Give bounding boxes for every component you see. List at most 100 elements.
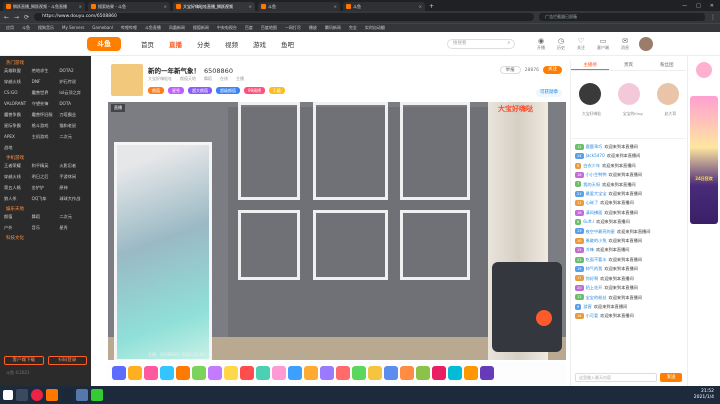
chat-username[interactable]: 宝宝的粉丝 [586, 293, 607, 302]
sidebar-category[interactable]: APEX [4, 134, 32, 140]
follow-button[interactable]: 关注 [543, 66, 562, 74]
bookmark-item[interactable]: 一网打尽 [285, 24, 301, 32]
nav-item[interactable]: 分类 [197, 39, 210, 49]
rank-avatar-1[interactable] [579, 83, 602, 105]
header-icon-item[interactable]: ◷ 历史 [557, 37, 565, 51]
header-icon-item[interactable]: ◉ 开播 [537, 37, 545, 51]
sidebar-category[interactable]: 第五人格 [4, 185, 32, 191]
gift-icon[interactable] [464, 366, 478, 380]
chat-username[interactable]: 帅气的我 [586, 264, 603, 273]
tab-close-icon[interactable]: × [249, 2, 252, 11]
gift-icon[interactable] [336, 366, 350, 380]
gift-icon[interactable] [256, 366, 270, 380]
sidebar-category[interactable]: DOTA [59, 101, 87, 107]
sidebar-category[interactable]: 颜值 [4, 214, 32, 220]
gift-icon[interactable] [192, 366, 206, 380]
gift-icon[interactable] [480, 366, 494, 380]
chat-username[interactable]: 最爱大宝宝 [586, 189, 607, 198]
gift-icon[interactable] [160, 366, 174, 380]
chat-input[interactable]: 这里输入聊天内容 [575, 373, 657, 382]
sidebar-category[interactable]: DNF [32, 79, 60, 85]
sidebar-section-title[interactable]: 娱乐天地 [0, 202, 91, 214]
bookmark-item[interactable]: 斗鱼直播 [145, 24, 161, 32]
chat-tab[interactable]: 贵宾 [609, 61, 647, 70]
sidebar-category[interactable]: 守望先锋 [32, 101, 60, 107]
steam-icon[interactable] [61, 389, 73, 401]
chat-tab[interactable]: 粉丝团 [648, 61, 686, 70]
gift-icon[interactable] [176, 366, 190, 380]
bookmark-item[interactable]: 斗鱼 [22, 24, 30, 32]
nav-item[interactable]: 游戏 [253, 39, 266, 49]
chat-username[interactable]: 心碎了 [586, 198, 599, 207]
sidebar-category[interactable]: 明日之后 [32, 174, 60, 180]
maximize-icon[interactable]: □ [696, 2, 701, 11]
app-icon[interactable] [76, 389, 88, 401]
gift-icon[interactable] [208, 366, 222, 380]
sidebar-category[interactable]: 手游休闲 [59, 174, 87, 180]
chat-username[interactable]: 清风拂面 [586, 208, 603, 217]
qr-login-button[interactable]: 扫码登录 [47, 356, 87, 365]
tab-close-icon[interactable]: × [79, 2, 82, 11]
medal-chip[interactable]: 可获勋章 [536, 89, 562, 97]
chat-username[interactable]: 6uft.l [583, 217, 594, 226]
room-tag[interactable]: 超级颜值 [216, 87, 240, 94]
sidebar-category[interactable]: 二次元 [59, 134, 87, 140]
forward-icon[interactable]: → [14, 14, 19, 21]
chat-username[interactable]: 小小生鸭鸭 [586, 170, 607, 179]
sidebar-category[interactable]: 球球大作战 [59, 196, 87, 202]
chat-username[interactable]: 夜空中最亮的星 [586, 227, 615, 236]
chat-username[interactable]: 吃面不要水 [586, 255, 607, 264]
chat-username[interactable]: 小可爱 [586, 311, 599, 320]
sidebar-category[interactable]: lol云顶之弈 [59, 90, 87, 96]
bookmark-item[interactable]: Gamebanl [92, 24, 113, 32]
room-tag[interactable]: 1 级 [269, 87, 285, 94]
bookmark-item[interactable]: 实时自动翻 [365, 24, 385, 32]
sidebar-category[interactable]: 穿越火线 [4, 174, 32, 180]
sidebar-category[interactable]: 魔兽怀旧服 [32, 112, 60, 118]
sidebar-category[interactable]: 户外 [4, 225, 32, 231]
gift-icon[interactable] [144, 366, 158, 380]
promo-banner[interactable] [690, 96, 718, 224]
chat-username[interactable]: 我的天呀 [583, 180, 600, 189]
bookmark-item[interactable]: 百度地图 [261, 24, 277, 32]
sidebar-category[interactable]: VALORANT [4, 101, 32, 107]
sidebar-category[interactable]: 和平精英 [32, 163, 60, 169]
video-player[interactable]: 直播 大宝好嗨哒 主播：6508860 | 2021.01.04 心愿榜 可获勋… [108, 89, 566, 360]
streamer-avatar[interactable] [111, 64, 143, 96]
bookmark-item[interactable]: 腾讯新闻 [325, 24, 341, 32]
bookmark-item[interactable]: 完全 [349, 24, 357, 32]
new-tab-icon[interactable]: + [429, 2, 434, 11]
streamer-name[interactable]: 大宝好嗨哒哇 [148, 76, 172, 82]
sidebar-category[interactable]: 魔兽争霸 [4, 112, 32, 118]
search-icon[interactable] [16, 389, 28, 401]
gift-icon[interactable] [288, 366, 302, 380]
chat-username[interactable]: 白衣少年 [583, 161, 600, 170]
url-bar[interactable]: https://www.douyu.com/6508860 [34, 13, 535, 21]
sidebar-category[interactable]: 绝地求生 [32, 68, 60, 74]
sidebar-section-title[interactable]: 手机游戏 [0, 151, 91, 163]
search-icon[interactable]: ⌕ [507, 40, 510, 48]
user-avatar[interactable] [639, 36, 653, 51]
search-input[interactable]: 搜搜看 ⌕ [447, 38, 515, 49]
sidebar-category[interactable]: 狼人杀 [4, 196, 32, 202]
browser-tab[interactable]: 大宝好嗨哒哇直播_狮跃视频 × [173, 2, 255, 11]
sidebar-category[interactable]: 金铲铲 [32, 185, 60, 191]
gift-icon[interactable] [416, 366, 430, 380]
sidebar-category[interactable]: DOTA2 [59, 68, 87, 74]
chat-username[interactable]: 陌上花开 [586, 283, 603, 292]
room-tag[interactable]: 99周榜 [244, 87, 266, 94]
sidebar-category[interactable]: 魔兽世界 [32, 90, 60, 96]
gift-icon[interactable] [272, 366, 286, 380]
nav-item[interactable]: 首页 [141, 39, 154, 49]
bookmark-item[interactable]: 哔哩哔哩 [121, 24, 137, 32]
sidebar-category[interactable]: 刀塔霸业 [59, 112, 87, 118]
bookmark-item[interactable]: 中央电视台 [217, 24, 237, 32]
heat-icon[interactable] [536, 310, 552, 326]
event-icon[interactable] [696, 62, 712, 78]
bookmark-item[interactable]: My Servers [62, 24, 84, 32]
gift-icon[interactable] [448, 366, 462, 380]
back-icon[interactable]: ← [4, 14, 9, 21]
gift-icon[interactable] [352, 366, 366, 380]
close-icon[interactable]: ✕ [710, 2, 714, 11]
chat-username[interactable]: Jack5470 [586, 151, 605, 160]
